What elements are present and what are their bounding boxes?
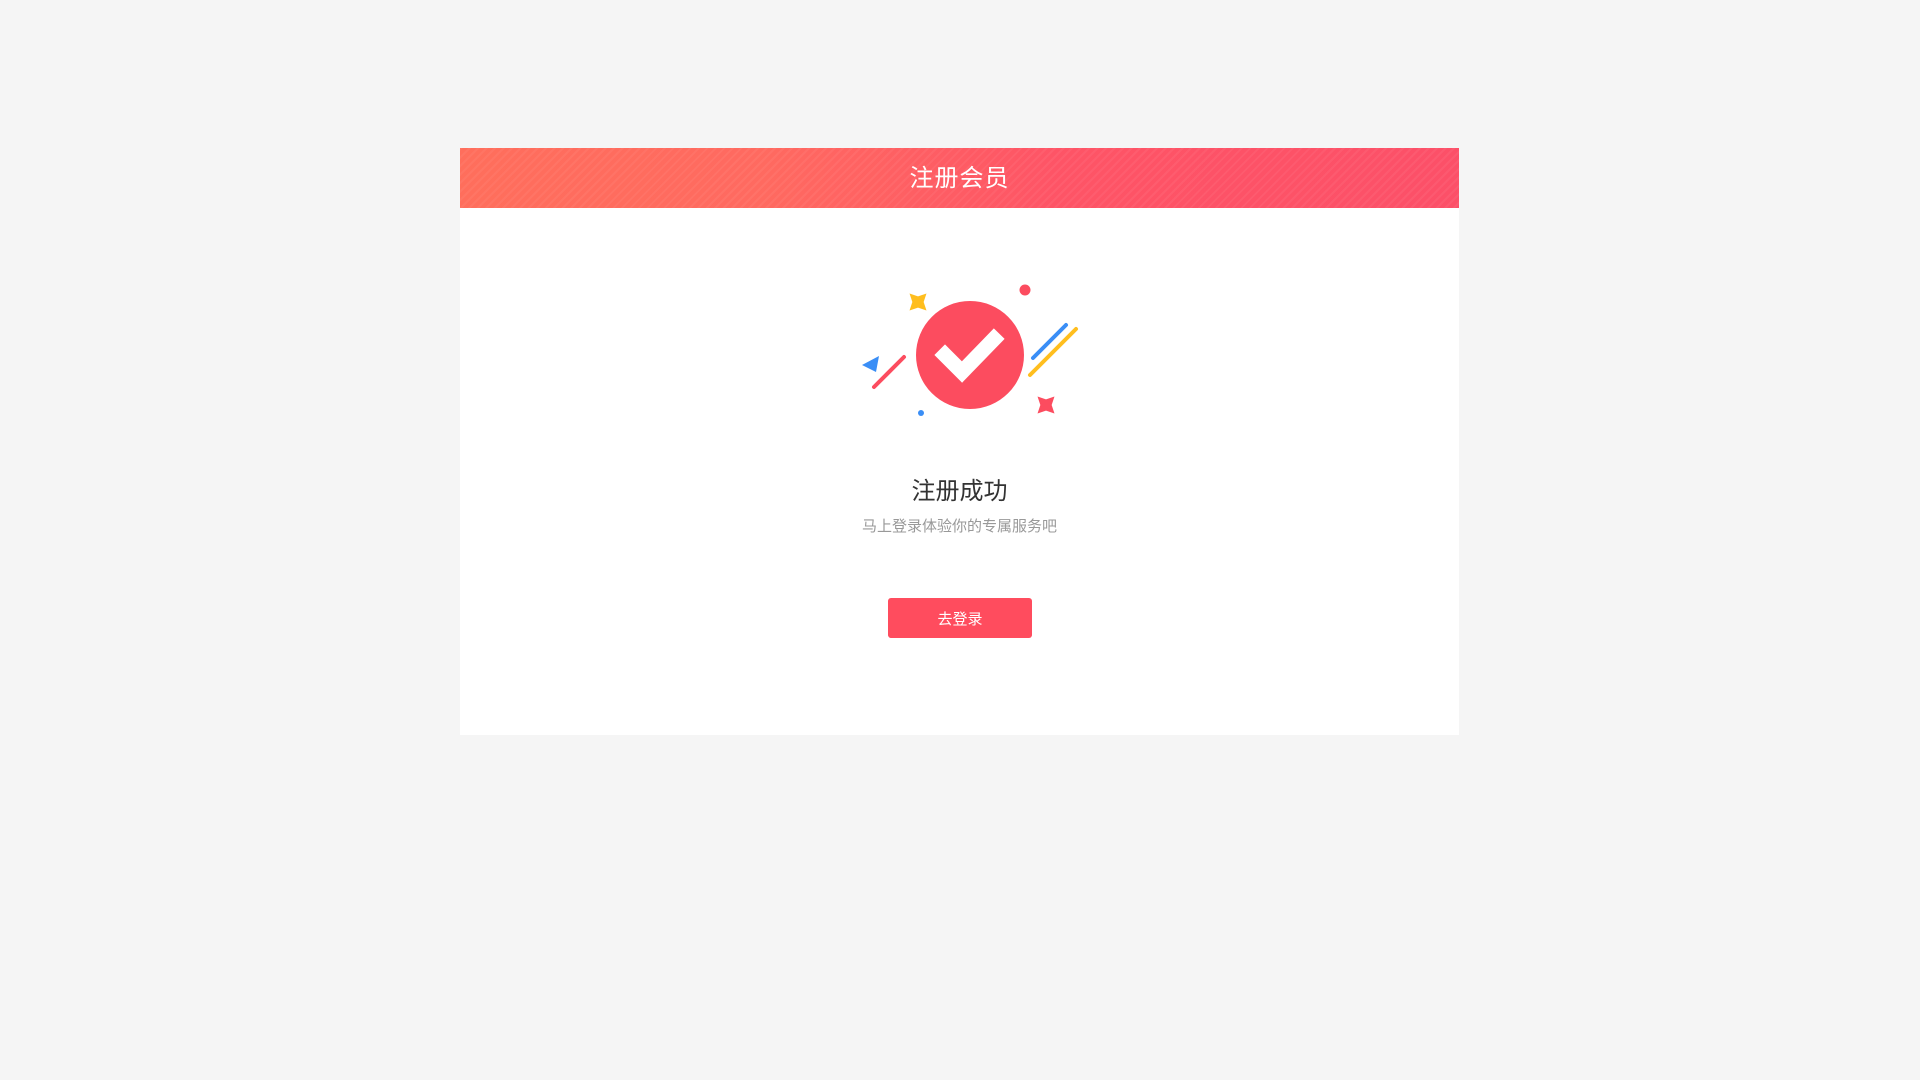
red-line-icon bbox=[872, 355, 906, 389]
blue-triangle-icon bbox=[862, 356, 879, 372]
red-star-icon bbox=[1037, 396, 1055, 414]
success-subtitle: 马上登录体验你的专属服务吧 bbox=[861, 517, 1057, 535]
success-title: 注册成功 bbox=[911, 477, 1008, 505]
blue-dot-icon bbox=[918, 410, 924, 416]
go-login-button[interactable]: 去登录 bbox=[888, 598, 1032, 638]
register-card: 注册会员 注册成功 马上登录体验你的专属服务吧 去登录 bbox=[460, 148, 1459, 735]
red-dot-icon bbox=[1019, 284, 1031, 296]
yellow-star-icon bbox=[909, 293, 927, 311]
success-illustration bbox=[862, 284, 1078, 416]
card-header-title: 注册会员 bbox=[460, 148, 1459, 208]
